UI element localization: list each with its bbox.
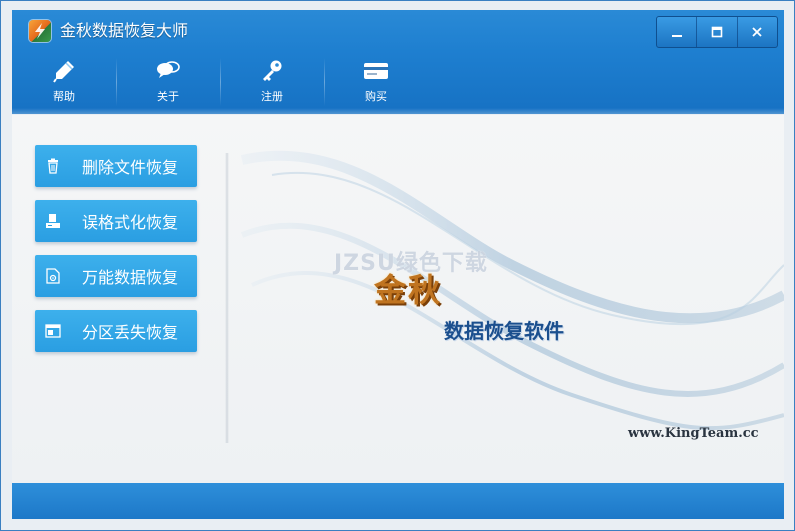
card-icon: [364, 63, 388, 79]
maximize-button[interactable]: [696, 17, 736, 47]
window-controls: [656, 16, 778, 48]
toolbar-about-button[interactable]: 关于: [116, 52, 220, 112]
app-window: 金秋数据恢复大师 帮助 关于 注册 购买 删除文件恢复 误格式化恢复 万能数据恢…: [0, 0, 795, 531]
panel-divider: [225, 153, 229, 443]
minimize-button[interactable]: [657, 17, 696, 47]
partition-recovery-button[interactable]: 分区丢失恢复: [35, 310, 197, 352]
help-pen-icon: [53, 61, 74, 83]
partition-recovery-label: 分区丢失恢复: [81, 323, 178, 342]
universal-recovery-button[interactable]: 万能数据恢复: [35, 255, 197, 297]
deleted-file-recovery-button[interactable]: 删除文件恢复: [35, 145, 197, 187]
trash-icon: [48, 158, 58, 174]
title-bar: 金秋数据恢复大师 帮助 关于 注册 购买: [12, 10, 784, 114]
main-panel: 删除文件恢复 误格式化恢复 万能数据恢复 分区丢失恢复 JZSU绿色下载 金秋 …: [12, 115, 784, 483]
maximize-icon: [711, 26, 723, 38]
minimize-icon: [671, 35, 682, 37]
universal-recovery-label: 万能数据恢复: [81, 268, 178, 287]
toolbar-help-label: 帮助: [53, 90, 75, 103]
toolbar-about-label: 关于: [157, 90, 179, 103]
format-recovery-label: 误格式化恢复: [81, 213, 178, 232]
close-button[interactable]: [736, 17, 777, 47]
deleted-file-recovery-label: 删除文件恢复: [81, 158, 178, 177]
status-bar: [12, 483, 784, 519]
toolbar: 帮助 关于 注册 购买: [12, 52, 428, 112]
key-icon: [263, 60, 282, 81]
file-gear-icon: [46, 268, 60, 284]
toolbar-register-label: 注册: [261, 90, 283, 103]
website-url: www.KingTeam.cc: [628, 426, 759, 441]
brand-name: 金秋: [374, 271, 443, 309]
toolbar-buy-label: 购买: [365, 90, 387, 103]
partition-icon: [45, 324, 61, 338]
window-title: 金秋数据恢复大师: [60, 21, 189, 40]
toolbar-register-button[interactable]: 注册: [220, 52, 324, 112]
brand-subtitle: 数据恢复软件: [444, 319, 564, 343]
app-logo-icon: [29, 20, 51, 42]
drive-format-icon: [46, 214, 60, 228]
close-icon: [752, 27, 762, 37]
toolbar-help-button[interactable]: 帮助: [12, 52, 116, 112]
chat-bubbles-icon: [157, 61, 180, 78]
toolbar-buy-button[interactable]: 购买: [324, 52, 428, 112]
format-recovery-button[interactable]: 误格式化恢复: [35, 200, 197, 242]
